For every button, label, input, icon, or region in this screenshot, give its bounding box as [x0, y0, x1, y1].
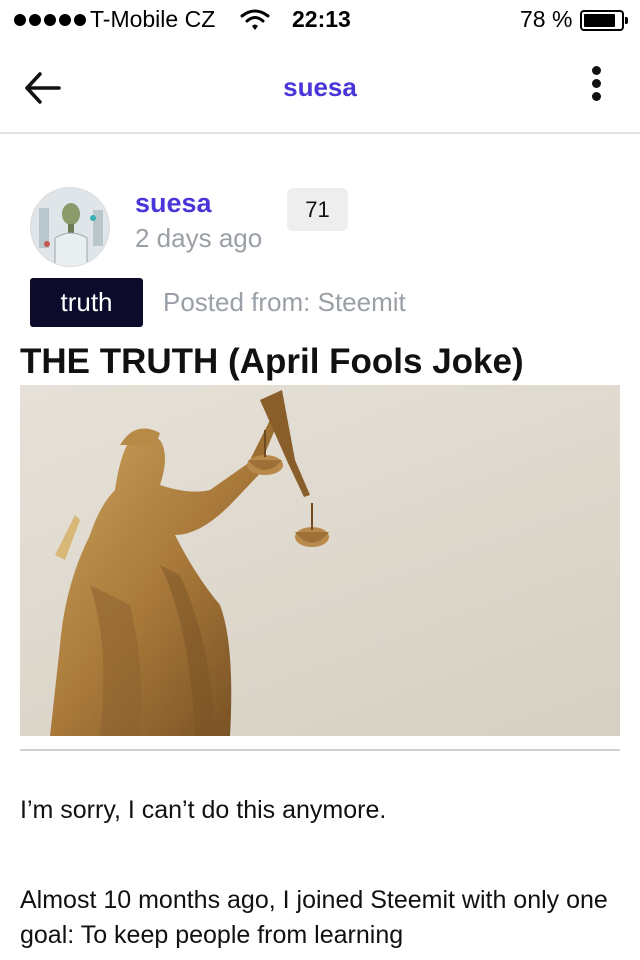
post-paragraph: I’m sorry, I can’t do this anymore. [20, 796, 387, 824]
battery-percentage: 78 % [520, 6, 573, 32]
battery-icon [580, 10, 628, 31]
more-options-button[interactable] [584, 66, 608, 106]
post-paragraph: Almost 10 months ago, I joined Steemit w… [20, 886, 608, 949]
page-title: suesa [283, 72, 357, 102]
nav-header: suesa [0, 40, 640, 134]
post-screen: T-Mobile CZ 22:13 78 % suesa suesa 2 day… [0, 0, 640, 960]
post-timestamp: 2 days ago [135, 223, 263, 253]
status-time: 22:13 [292, 6, 351, 32]
more-vertical-icon [584, 66, 608, 101]
status-bar: T-Mobile CZ 22:13 78 % [0, 0, 640, 40]
post-title: THE TRUTH (April Fools Joke) [20, 342, 524, 381]
tag-truth[interactable]: truth [30, 278, 143, 327]
signal-strength-icon [14, 14, 86, 26]
wifi-icon [240, 8, 270, 38]
post-image-lady-justice [20, 385, 620, 736]
author-avatar[interactable] [30, 187, 110, 267]
reputation-badge: 71 [287, 188, 348, 231]
carrier-name: T-Mobile CZ [90, 6, 216, 32]
posted-from-label: Posted from: Steemit [163, 287, 406, 317]
author-name-link[interactable]: suesa [135, 188, 212, 219]
content-divider [20, 749, 620, 751]
